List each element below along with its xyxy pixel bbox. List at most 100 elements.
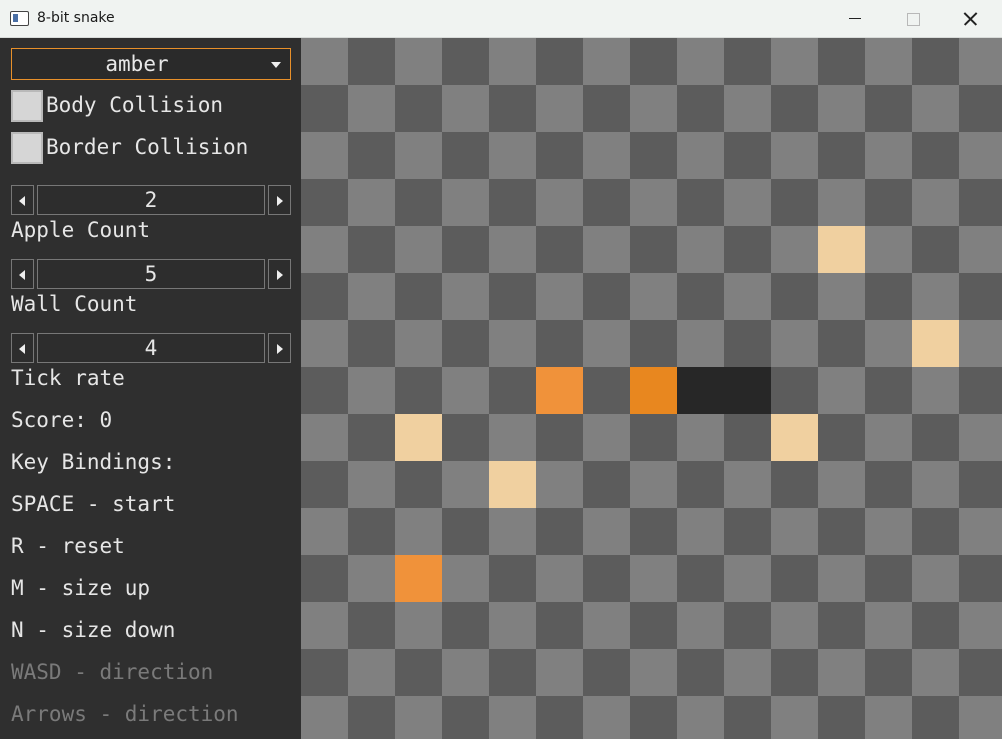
board-tile [865,461,912,508]
board-tile [489,508,536,555]
board-tile [583,226,630,273]
board-tile [771,38,818,85]
board-tile [677,132,724,179]
binding-reset: R - reset [11,534,125,558]
board-tile [442,38,489,85]
board-tile [818,508,865,555]
board-tile [348,320,395,367]
board-tile [677,696,724,739]
minimize-button[interactable] [826,0,884,38]
wall-count-value[interactable]: 5 [37,259,265,289]
board-tile [677,226,724,273]
board-tile [395,367,442,414]
board-tile [865,179,912,226]
board-tile [959,602,1002,649]
board-tile [865,508,912,555]
board-tile [912,602,959,649]
board-tile [630,273,677,320]
board-tile [583,602,630,649]
board-tile [489,414,536,461]
board-tile [301,320,348,367]
binding-arrows: Arrows - direction [11,702,239,726]
wall-count-increment-button[interactable] [268,259,291,289]
board-tile [630,320,677,367]
body-collision-checkbox[interactable] [11,90,43,122]
board-tile [959,414,1002,461]
board-tile [818,696,865,739]
board-tile [395,508,442,555]
board-tile [348,555,395,602]
tick-rate-decrement-button[interactable] [11,333,34,363]
board-tile [630,179,677,226]
board-tile [771,226,818,273]
apple-count-label: Apple Count [11,218,151,242]
board-tile [677,649,724,696]
board-tile [583,696,630,739]
score-text: Score: 0 [11,408,113,432]
board-tile [489,132,536,179]
board-tile [865,38,912,85]
border-collision-row[interactable]: Border Collision [11,132,291,164]
board-tile [442,649,489,696]
apple-count-decrement-button[interactable] [11,185,34,215]
board-tile [630,226,677,273]
board-tile [301,38,348,85]
tick-rate-value[interactable]: 4 [37,333,265,363]
board-tile [912,38,959,85]
board-tile [536,508,583,555]
board-tile [959,38,1002,85]
binding-size-up: M - size up [11,576,151,600]
board-tile [865,414,912,461]
board-tile [583,85,630,132]
board-tile [724,132,771,179]
board-tile [583,508,630,555]
tick-rate-increment-button[interactable] [268,333,291,363]
snake-body-segment [724,367,771,414]
apple [912,320,959,367]
board-tile [536,649,583,696]
board-tile [771,273,818,320]
board-tile [912,508,959,555]
wall-count-decrement-button[interactable] [11,259,34,289]
board-tile [959,179,1002,226]
theme-dropdown[interactable]: amber [11,48,291,80]
board-tile [771,602,818,649]
apple-count-value[interactable]: 2 [37,185,265,215]
border-collision-checkbox[interactable] [11,132,43,164]
board-tile [912,226,959,273]
board-tile [677,273,724,320]
board-tile [724,226,771,273]
board-tile [912,696,959,739]
board-tile [348,367,395,414]
board-tile [442,555,489,602]
board-tile [489,696,536,739]
board-tile [301,602,348,649]
board-tile [912,555,959,602]
board-tile [442,367,489,414]
board-tile [865,602,912,649]
close-button[interactable] [942,0,1000,38]
binding-size-down: N - size down [11,618,176,642]
maximize-button[interactable] [884,0,942,38]
board-tile [677,414,724,461]
board-tile [348,461,395,508]
board-tile [959,508,1002,555]
board-tile [865,555,912,602]
apple [395,414,442,461]
board-tile [771,367,818,414]
board-tile [583,132,630,179]
game-board[interactable] [301,38,1002,739]
body-collision-row[interactable]: Body Collision [11,90,291,122]
board-tile [959,461,1002,508]
board-tile [771,696,818,739]
board-tile [818,602,865,649]
board-tile [536,226,583,273]
apple-count-increment-button[interactable] [268,185,291,215]
board-tile [301,414,348,461]
board-tile [395,38,442,85]
board-tile [489,320,536,367]
board-tile [912,273,959,320]
snake-head [630,367,677,414]
board-tile [301,132,348,179]
board-tile [724,555,771,602]
